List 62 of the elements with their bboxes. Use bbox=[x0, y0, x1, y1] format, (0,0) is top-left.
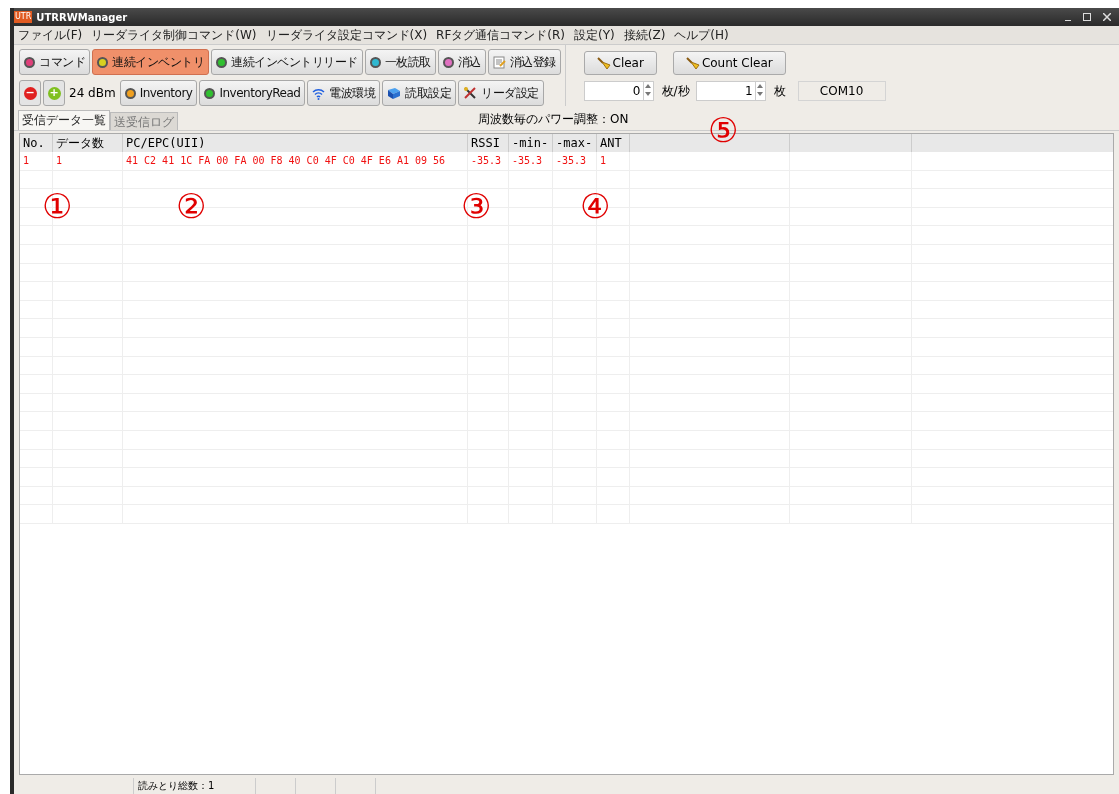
spin-down-icon[interactable] bbox=[645, 90, 651, 98]
clear-button[interactable]: Clear bbox=[583, 51, 657, 75]
menu-item[interactable]: 設定(Y) bbox=[574, 26, 615, 44]
annotation-number: ① bbox=[42, 188, 73, 224]
power-adjust-status: 周波数毎のパワー調整：ON bbox=[478, 111, 629, 128]
annotation-number: ② bbox=[176, 188, 207, 224]
column-header[interactable]: RSSI bbox=[468, 134, 509, 152]
number-spinner[interactable]: 0 bbox=[583, 81, 654, 101]
toolbar-button[interactable]: InventoryRead bbox=[199, 80, 306, 106]
toolbar-button[interactable]: 読取設定 bbox=[382, 80, 457, 106]
menu-item[interactable]: RFタグ通信コマンド(R) bbox=[436, 26, 566, 44]
wifi-icon bbox=[312, 86, 326, 100]
spin-up-icon[interactable] bbox=[645, 82, 651, 90]
toolbar-button[interactable]: 一枚読取 bbox=[364, 49, 436, 75]
annotation-number: ③ bbox=[461, 188, 492, 224]
menu-item[interactable]: 接続(Z) bbox=[623, 26, 666, 44]
app-logo: UTR bbox=[14, 11, 33, 23]
note-icon bbox=[492, 55, 506, 69]
table-cell: -35.3 bbox=[468, 152, 509, 170]
menu-item[interactable]: ヘルプ(H) bbox=[674, 26, 729, 44]
toolbar-button[interactable]: リーダ設定 bbox=[458, 80, 544, 106]
unit-label: 枚 bbox=[773, 83, 786, 100]
spin-up-icon[interactable] bbox=[757, 82, 764, 90]
unit-label: 枚/秒 bbox=[661, 83, 690, 100]
window-title: UTRRWManager bbox=[36, 10, 128, 25]
maximize-icon[interactable] bbox=[1083, 13, 1091, 21]
spin-down-icon[interactable] bbox=[757, 90, 764, 98]
toolbar-button[interactable]: 消込 bbox=[437, 49, 486, 75]
minimize-icon[interactable] bbox=[1065, 19, 1071, 21]
column-header[interactable]: PC/EPC(UII) bbox=[123, 134, 468, 152]
table-cell: -35.3 bbox=[509, 152, 553, 170]
annotation-number: ⑤ bbox=[708, 112, 739, 148]
menu-item[interactable]: ファイル(F) bbox=[18, 26, 83, 44]
tab[interactable]: 受信データ一覧 bbox=[18, 110, 110, 130]
table-cell: 1 bbox=[20, 152, 53, 170]
column-header[interactable]: No. bbox=[20, 134, 53, 152]
toolbar-button[interactable]: 消込登録 bbox=[487, 49, 561, 75]
column-header[interactable]: ANT bbox=[597, 134, 630, 152]
broom-icon bbox=[685, 56, 700, 70]
menu-item[interactable]: リーダライタ設定コマンド(X) bbox=[265, 26, 428, 44]
close-icon[interactable] bbox=[1103, 13, 1111, 21]
broom-icon bbox=[596, 56, 611, 70]
toolbar-button[interactable]: 電波環境 bbox=[307, 80, 381, 106]
decrease-power-button[interactable]: − bbox=[19, 80, 41, 106]
table-cell: 1 bbox=[53, 152, 123, 170]
port-label: COM10 bbox=[797, 81, 886, 101]
toolbar-button[interactable]: コマンド bbox=[19, 49, 90, 75]
table-cell: 41 C2 41 1C FA 00 FA 00 F8 40 C0 4F C0 4F E6 A1 09 56 bbox=[123, 152, 468, 170]
annotation-number: ④ bbox=[580, 188, 611, 224]
column-header[interactable]: -min- bbox=[509, 134, 553, 152]
clear-button[interactable]: Count Clear bbox=[672, 51, 786, 75]
table-cell: -35.3 bbox=[553, 152, 597, 170]
toolbar-button[interactable]: Inventory bbox=[119, 80, 198, 106]
toolbar-button[interactable]: 連続インベントリリード bbox=[211, 49, 363, 75]
toolbar-button[interactable]: 連続インベントリ bbox=[92, 49, 209, 75]
read-total-status: 読みとり総数：1 bbox=[134, 778, 256, 794]
table-cell: 1 bbox=[597, 152, 630, 170]
column-header[interactable]: データ数 bbox=[53, 134, 123, 152]
column-header[interactable]: -max- bbox=[553, 134, 597, 152]
menu-item[interactable]: リーダライタ制御コマンド(W) bbox=[91, 26, 257, 44]
number-spinner[interactable]: 1 bbox=[695, 81, 766, 101]
power-reading: 24 dBm bbox=[68, 85, 117, 102]
